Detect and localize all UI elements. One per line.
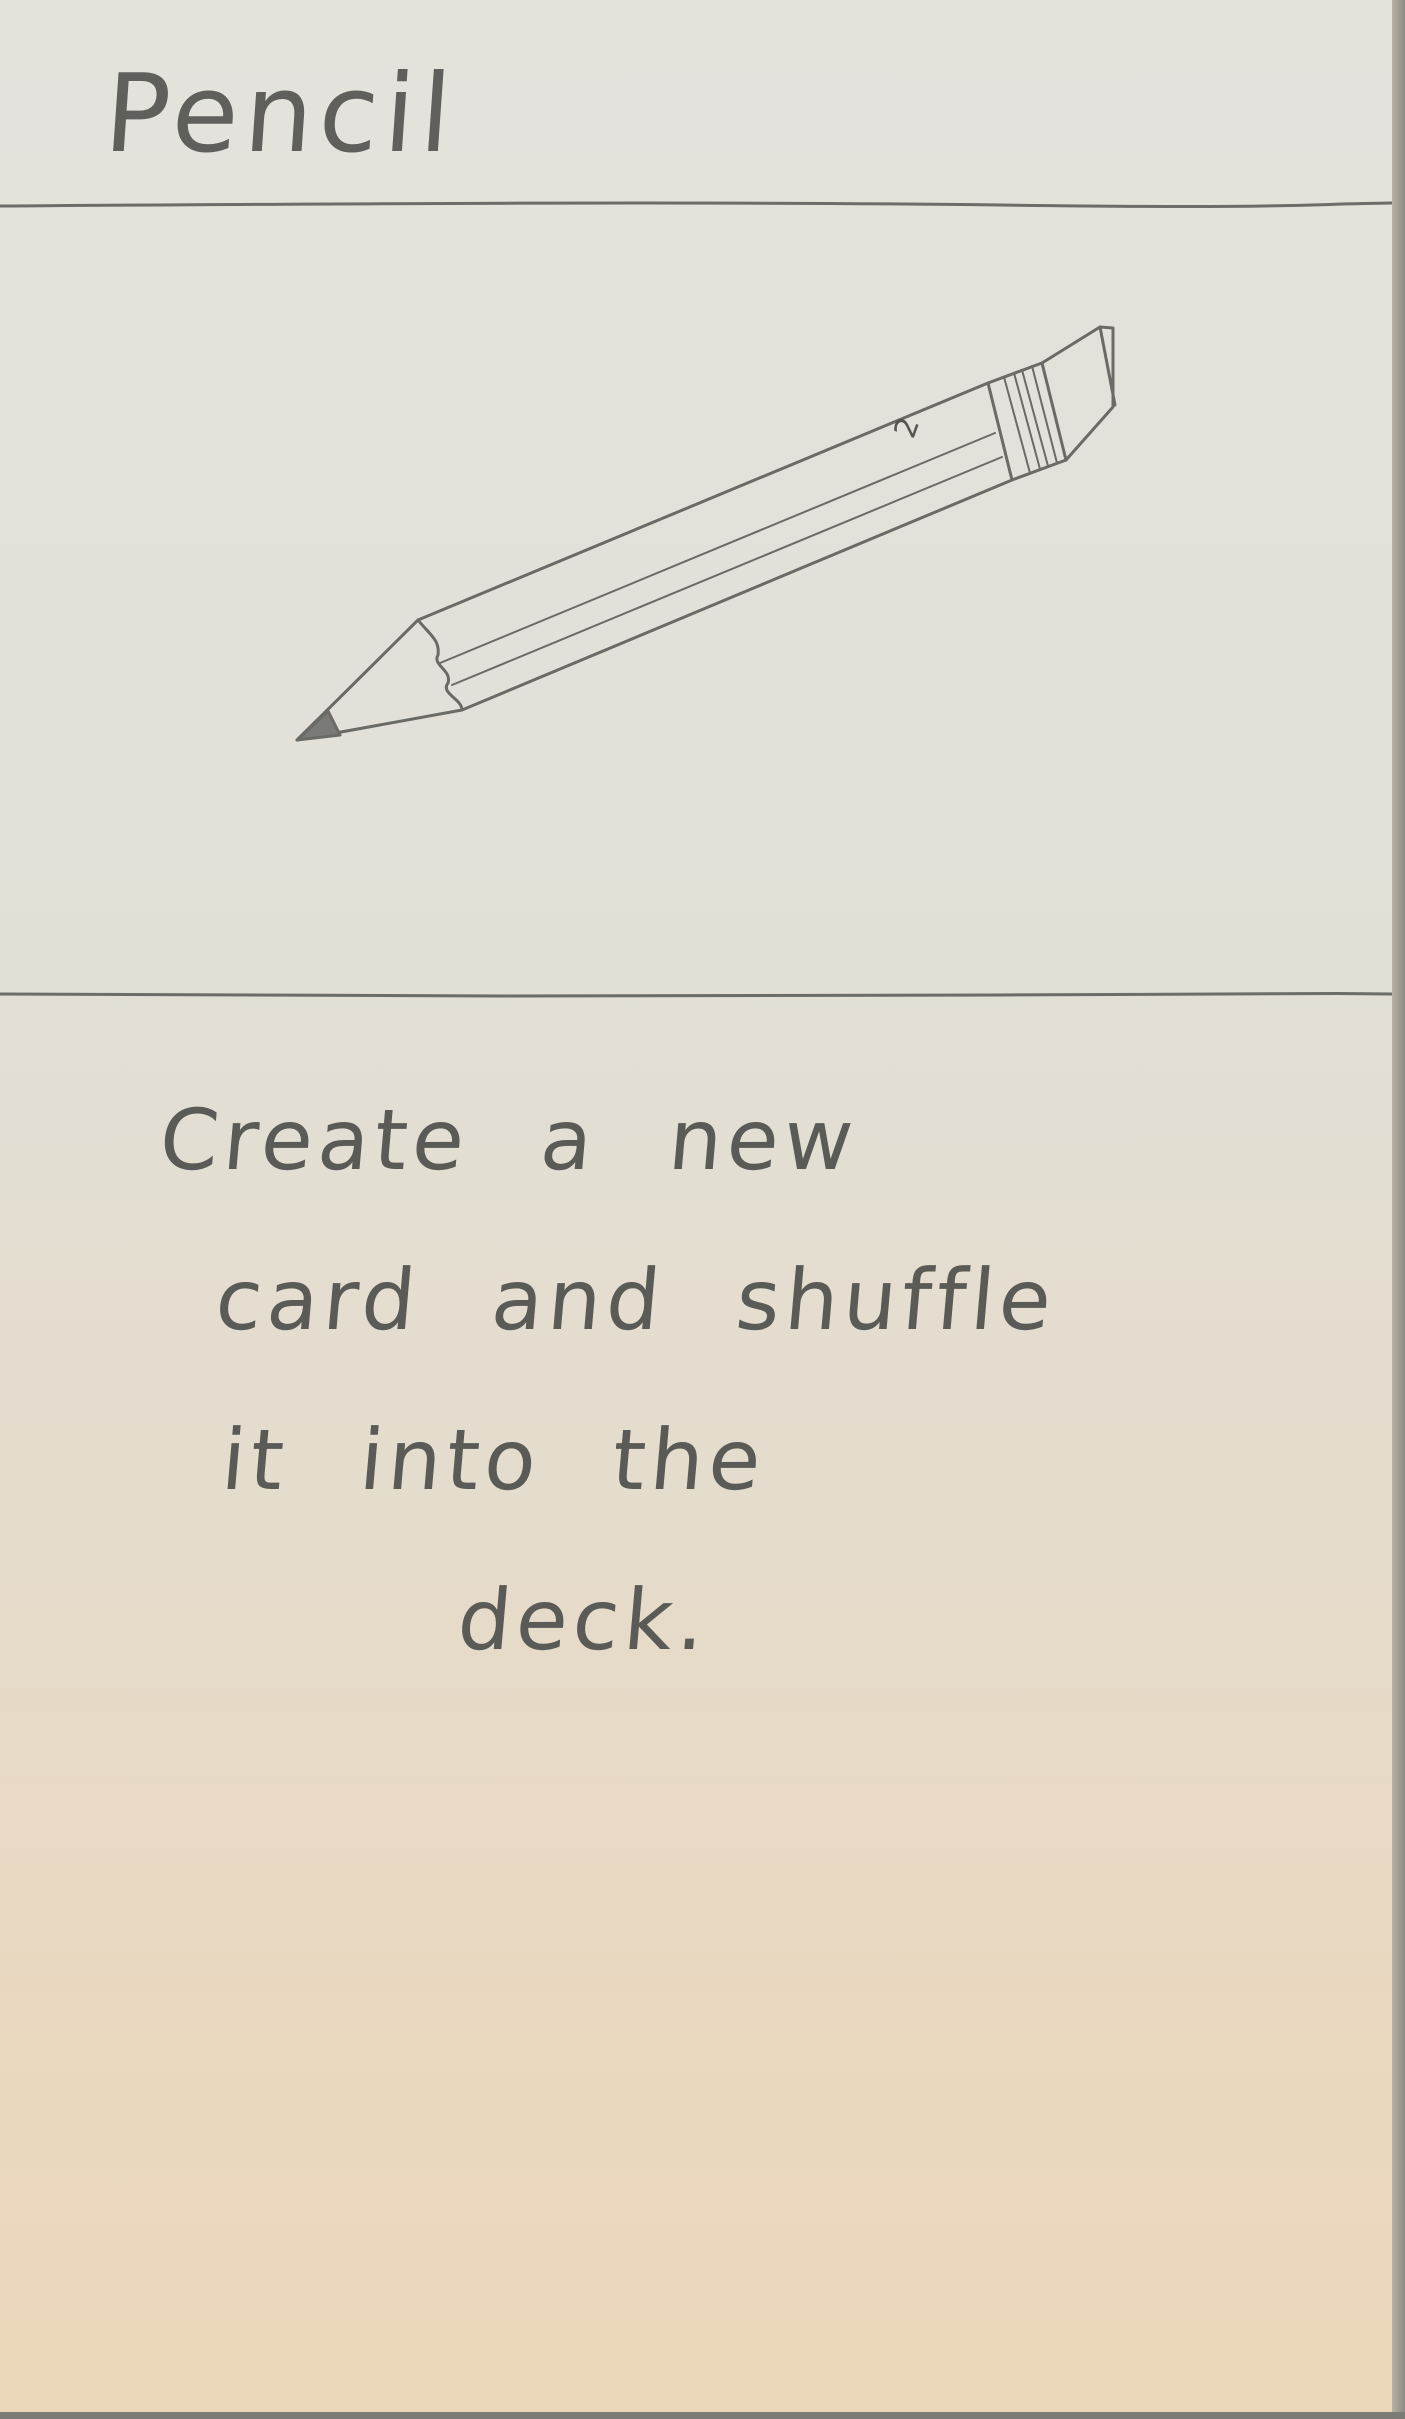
card-description: Create a new card and shuffle it into th… — [113, 1060, 1317, 1680]
card-title: Pencil — [100, 52, 461, 177]
game-card: Pencil 2 Create a new card and shuffle i… — [0, 0, 1392, 2412]
card-art: 2 — [0, 215, 1392, 985]
description-line-3: it into the — [217, 1411, 770, 1509]
description-line-4: deck. — [453, 1571, 714, 1669]
pencil-icon: 2 — [295, 325, 1117, 742]
card-bottom-shadow — [0, 2412, 1405, 2419]
art-divider — [0, 991, 1392, 998]
card-edge-shadow — [1392, 0, 1405, 2419]
description-line-1: Create a new — [155, 1091, 863, 1189]
title-divider — [0, 201, 1392, 209]
description-line-2: card and shuffle — [211, 1251, 1061, 1349]
